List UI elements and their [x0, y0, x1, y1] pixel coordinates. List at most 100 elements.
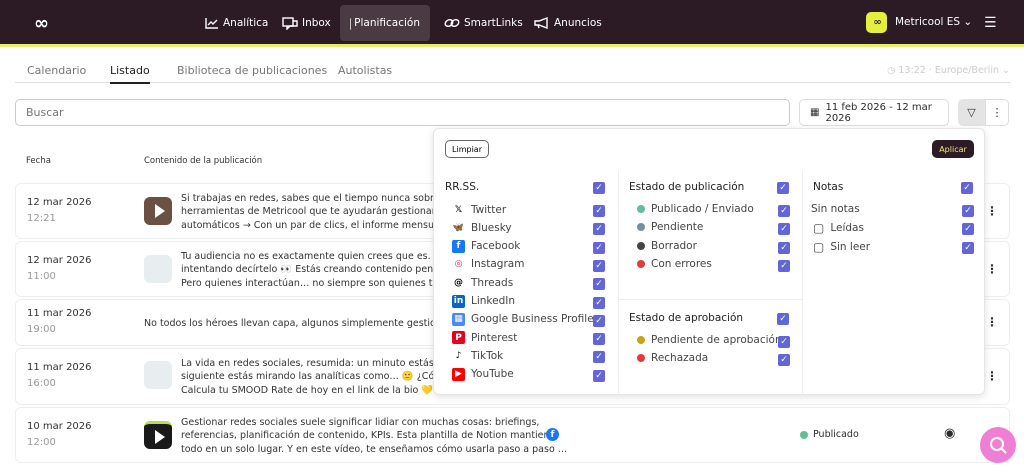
play-icon [154, 204, 165, 218]
filter-option-label: TikTok [471, 349, 504, 362]
filter-option[interactable]: ▢ Leídas [813, 221, 864, 235]
filter-checkbox[interactable]: ✓ [593, 278, 605, 291]
filter-option-label: Leídas [830, 222, 864, 235]
image-thumbnail[interactable] [144, 361, 172, 389]
notes-all-checkbox[interactable]: ✓ [961, 182, 973, 194]
publication-status-filter: Estado de publicación ✓ Publicado / Envi… [618, 171, 802, 299]
filter-option[interactable]: ◎ Instagram [452, 258, 525, 271]
pinterest-icon: P [452, 331, 465, 345]
instagram-icon: ◎ [454, 259, 463, 270]
filter-option-label: Borrador [651, 239, 697, 252]
video-thumbnail[interactable] [144, 197, 172, 225]
filter-option[interactable]: Pendiente de aprobación [637, 334, 782, 346]
filter-checkbox[interactable]: ✓ [778, 241, 790, 254]
status-dot [800, 430, 808, 439]
filter-checkbox[interactable]: ✓ [778, 354, 790, 367]
networks-all-checkbox[interactable]: ✓ [593, 182, 605, 194]
filter-option-label: Google Business Profile [471, 313, 594, 326]
status-dot [637, 223, 645, 232]
filter-option[interactable]: ▶ YouTube [452, 367, 514, 381]
more-vertical-icon: ⋮ [991, 106, 1003, 119]
filter-option-label: Sin notas [811, 203, 860, 215]
filter-checkbox[interactable]: ✓ [778, 336, 790, 348]
tab-biblioteca[interactable]: Biblioteca de publicaciones [177, 64, 327, 77]
filter-checkbox[interactable]: ✓ [593, 223, 605, 236]
filter-option[interactable]: P Pinterest [452, 331, 518, 345]
filter-option[interactable]: Rechazada [637, 352, 708, 364]
filter-checkbox[interactable]: ✓ [778, 205, 790, 217]
filter-option[interactable]: Con errores [637, 258, 712, 270]
filter-checkbox[interactable]: ✓ [962, 223, 974, 236]
filter-option[interactable]: @ Threads [452, 276, 513, 289]
note-read-icon: ▢ [813, 221, 825, 236]
apply-filters-button[interactable]: Aplicar [932, 140, 974, 158]
more-options-button[interactable]: ⋮ [985, 99, 1009, 126]
pub-status-all-checkbox[interactable]: ✓ [777, 182, 789, 194]
tab-listado[interactable]: Listado [110, 64, 150, 84]
row-menu-icon[interactable]: ⋮ [986, 204, 998, 218]
filter-option-label: Pendiente de aprobación [651, 334, 782, 346]
tab-calendario[interactable]: Calendario [27, 64, 86, 77]
approval-all-checkbox[interactable]: ✓ [777, 313, 789, 325]
filter-checkbox[interactable]: ✓ [593, 241, 605, 254]
clear-filters-button[interactable]: Limpiar [445, 140, 489, 158]
video-thumbnail[interactable] [144, 421, 172, 449]
row-menu-icon[interactable]: ⋮ [986, 369, 998, 383]
account-selector[interactable]: Metricool ES ⌄ [895, 16, 972, 28]
account-avatar[interactable]: ∞ [866, 12, 887, 33]
nav-analitica[interactable]: Analítica [195, 5, 278, 41]
filter-option[interactable]: Sin notas [811, 203, 860, 215]
google-business-icon: ▦ [452, 312, 465, 326]
filter-option[interactable]: in LinkedIn [452, 294, 516, 308]
filter-option[interactable]: 🦋 Bluesky [452, 221, 512, 234]
column-header-date: Fecha [26, 156, 51, 166]
date-range-picker[interactable]: ▦ 11 feb 2026 - 12 mar 2026 [799, 99, 949, 126]
filter-option[interactable]: 𝕏 Twitter [452, 203, 506, 216]
nav-planificacion[interactable]: Planificación [340, 5, 430, 41]
filter-option[interactable]: ▦ Google Business Profile [452, 312, 594, 326]
linkedin-icon: in [452, 294, 465, 308]
nav-inbox[interactable]: Inbox [272, 5, 341, 41]
filter-checkbox[interactable]: ✓ [593, 333, 605, 346]
row-menu-icon[interactable]: ⋮ [986, 315, 998, 329]
filter-option[interactable]: Pendiente [637, 221, 703, 233]
filter-checkbox[interactable]: ✓ [593, 205, 605, 217]
search-input[interactable] [15, 99, 790, 126]
filter-checkbox[interactable]: ✓ [962, 241, 974, 254]
post-row[interactable]: 10 mar 2026 12:00 Gestionar redes sociale… [15, 407, 1010, 463]
x-icon: 𝕏 [454, 204, 463, 215]
tab-autolistas[interactable]: Autolistas [338, 64, 392, 77]
filter-checkbox[interactable]: ✓ [778, 259, 790, 272]
clock-icon: ◷ [887, 65, 896, 76]
metricool-logo[interactable]: ∞ [34, 13, 49, 34]
filter-button[interactable]: ▽ [958, 99, 985, 126]
filter-option[interactable]: Borrador [637, 240, 697, 252]
filter-option[interactable]: f Facebook [452, 239, 520, 253]
filter-option-label: LinkedIn [471, 295, 516, 307]
status-dot [637, 354, 645, 363]
filter-option[interactable]: Publicado / Enviado [637, 203, 754, 215]
filter-option-label: Pinterest [471, 331, 518, 344]
timezone-selector[interactable]: ◷ 13:22 · Europe/Berlin ⌄ [887, 65, 1010, 76]
image-thumbnail[interactable] [144, 255, 172, 283]
help-search-button[interactable] [980, 427, 1016, 463]
threads-icon: @ [454, 277, 463, 288]
filter-option-label: Bluesky [471, 221, 512, 234]
status-dot [637, 205, 645, 213]
filter-option[interactable]: ▢ Sin leer [813, 240, 870, 254]
filter-checkbox[interactable]: ✓ [593, 259, 605, 272]
hamburger-menu-icon[interactable]: ☰ [984, 15, 997, 31]
filter-checkbox[interactable]: ✓ [962, 205, 974, 217]
row-menu-icon[interactable]: ⋮ [986, 262, 998, 276]
filter-checkbox[interactable]: ✓ [778, 223, 790, 236]
filter-checkbox[interactable]: ✓ [593, 296, 605, 309]
nav-smartlinks[interactable]: SmartLinks [434, 5, 533, 41]
filter-checkbox[interactable]: ✓ [593, 369, 605, 382]
nav-anuncios[interactable]: Anuncios [524, 5, 612, 41]
facebook-icon: f [546, 428, 559, 441]
eye-icon[interactable]: ◉ [944, 426, 955, 441]
filter-checkbox[interactable]: ✓ [593, 314, 605, 327]
tiktok-icon: ♪ [455, 350, 462, 361]
filter-checkbox[interactable]: ✓ [593, 351, 605, 364]
filter-option[interactable]: ♪ TikTok [452, 349, 504, 362]
